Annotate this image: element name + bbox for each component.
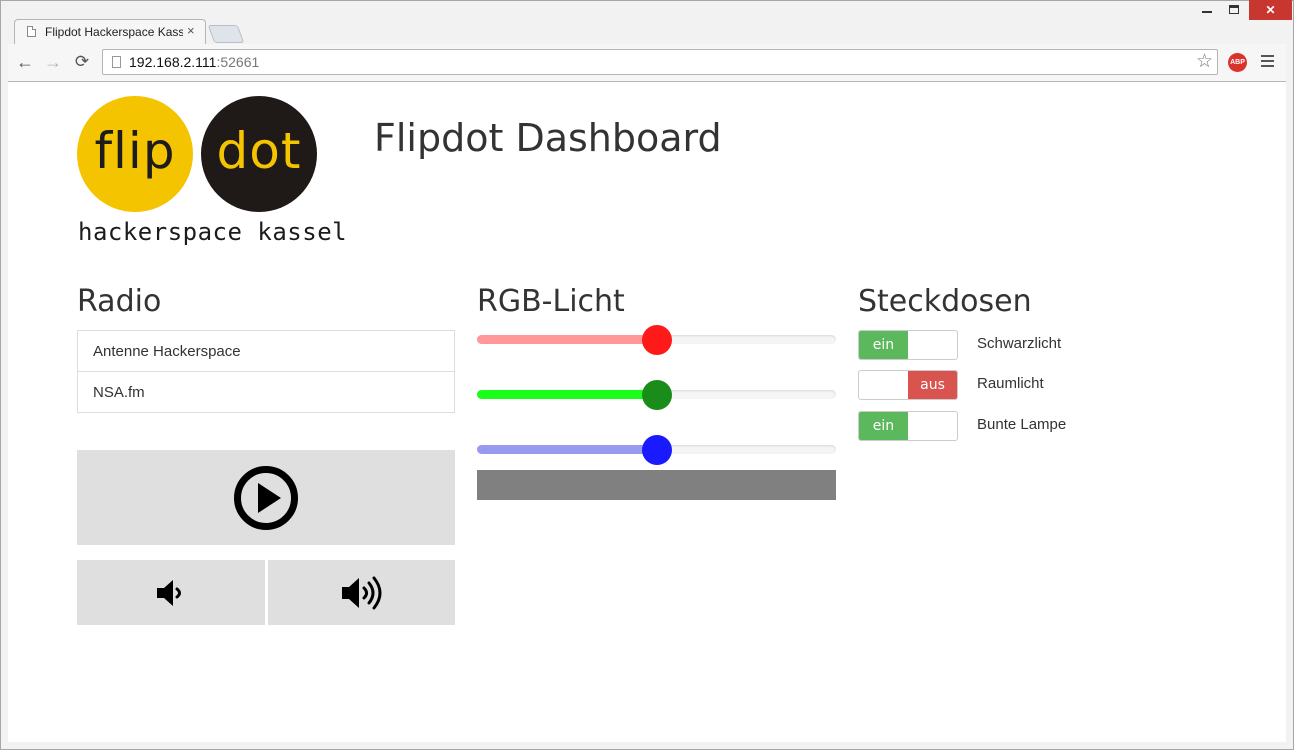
- red-slider[interactable]: [477, 325, 836, 355]
- color-preview: [477, 470, 836, 500]
- browser-tab[interactable]: Flipdot Hackerspace Kassel ×: [14, 19, 206, 44]
- slider-thumb[interactable]: [642, 380, 672, 410]
- socket-label: Schwarzlicht: [977, 335, 1062, 352]
- socket-toggle[interactable]: aus: [858, 370, 958, 400]
- flipdot-logo: flip dot hackerspace kassel: [77, 90, 348, 246]
- browser-toolbar: ← → ⟳ 192.168.2.111:52661 ☆ ABP: [8, 44, 1286, 82]
- play-button[interactable]: [77, 450, 455, 545]
- volume-down-button[interactable]: [77, 560, 265, 625]
- toggle-state: aus: [908, 371, 957, 399]
- minimize-icon: [1202, 11, 1212, 13]
- page-viewport: flip dot hackerspace kassel Flipdot Dash…: [8, 82, 1286, 742]
- toggle-state: ein: [859, 331, 908, 359]
- volume-up-icon: [341, 576, 381, 609]
- tab-title: Flipdot Hackerspace Kassel: [45, 25, 183, 39]
- volume-up-button[interactable]: [268, 560, 455, 625]
- socket-label: Raumlicht: [977, 375, 1044, 392]
- slider-fill: [477, 390, 657, 399]
- station-list: Antenne Hackerspace NSA.fm: [77, 330, 455, 413]
- logo-dot-circle: dot: [201, 96, 317, 212]
- forward-arrow-icon[interactable]: →: [43, 52, 63, 72]
- page-title: Flipdot Dashboard: [374, 116, 722, 160]
- play-circle-icon: [234, 465, 298, 530]
- slider-fill: [477, 335, 657, 344]
- sockets-heading: Steckdosen: [858, 284, 1032, 319]
- bookmark-star-icon[interactable]: ☆: [1196, 51, 1213, 73]
- window-close-button[interactable]: ✕: [1249, 0, 1292, 20]
- page-icon: [112, 56, 121, 68]
- menu-icon[interactable]: [1261, 55, 1274, 69]
- socket-toggle[interactable]: ein: [858, 411, 958, 441]
- minimize-button[interactable]: [1194, 0, 1222, 20]
- maximize-button[interactable]: [1222, 0, 1248, 20]
- back-arrow-icon[interactable]: ←: [15, 52, 35, 72]
- logo-subtitle: hackerspace kassel: [78, 218, 348, 246]
- page-icon: [27, 26, 36, 37]
- volume-down-icon: [157, 579, 181, 606]
- url-text: 192.168.2.111:52661: [129, 54, 259, 70]
- address-bar[interactable]: 192.168.2.111:52661 ☆: [102, 49, 1218, 75]
- socket-label: Bunte Lampe: [977, 416, 1067, 433]
- rgb-heading: RGB-Licht: [477, 284, 625, 319]
- slider-fill: [477, 445, 657, 454]
- radio-heading: Radio: [77, 284, 162, 319]
- adblock-icon[interactable]: ABP: [1228, 53, 1247, 72]
- green-slider[interactable]: [477, 380, 836, 410]
- new-tab-button[interactable]: [207, 25, 245, 43]
- slider-thumb[interactable]: [642, 325, 672, 355]
- toggle-state: ein: [859, 412, 908, 440]
- logo-flip-circle: flip: [77, 96, 193, 212]
- station-item[interactable]: Antenne Hackerspace: [78, 331, 454, 372]
- station-item[interactable]: NSA.fm: [78, 372, 454, 412]
- blue-slider[interactable]: [477, 435, 836, 465]
- maximize-icon: [1229, 5, 1239, 14]
- slider-thumb[interactable]: [642, 435, 672, 465]
- socket-toggle[interactable]: ein: [858, 330, 958, 360]
- tab-strip: Flipdot Hackerspace Kassel × ✕: [0, 0, 1294, 44]
- tab-close-icon[interactable]: ×: [187, 23, 195, 39]
- url-host: 192.168.2.111: [129, 54, 217, 70]
- url-port: :52661: [216, 54, 260, 70]
- reload-icon[interactable]: ⟳: [72, 52, 92, 72]
